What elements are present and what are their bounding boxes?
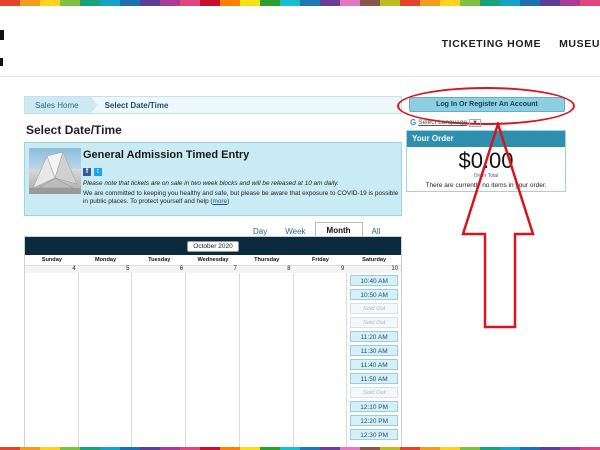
time-slot-button[interactable]: 10:40 AM (350, 275, 399, 286)
event-release-note: Please note that tickets are on sale in … (83, 180, 339, 187)
day-cell-sunday (25, 273, 79, 449)
time-slot-button[interactable]: 12:10 PM (350, 401, 399, 412)
time-slot-button[interactable]: 12:20 PM (350, 415, 399, 426)
more-link[interactable]: more (213, 198, 228, 205)
color-swatch (140, 0, 160, 6)
screen-root: TICKETING HOME MUSEU Sales Home Select D… (0, 0, 600, 450)
color-swatch (560, 0, 580, 6)
logo-fragment (0, 30, 4, 40)
twitter-icon[interactable]: t (94, 168, 102, 176)
time-slot-button[interactable]: 11:50 AM (350, 373, 399, 384)
weekday-label: Sunday (41, 257, 62, 263)
color-swatch (320, 0, 340, 6)
color-swatch (520, 0, 540, 6)
weekday-row: Sunday Monday Tuesday Wednesday Thursday… (25, 255, 401, 265)
date-number: 8 (239, 265, 294, 273)
time-slot-sold-out: Sold Out (350, 317, 399, 328)
color-swatch (100, 0, 120, 6)
calendar-month-label[interactable]: October 2020 (187, 240, 239, 252)
event-image (29, 148, 81, 194)
day-cell-wednesday (186, 273, 240, 449)
weekday-label: Thursday (254, 257, 280, 263)
date-number: 7 (186, 265, 240, 273)
weekday-label: Wednesday (197, 257, 229, 263)
time-slot-button[interactable]: 11:20 AM (350, 331, 399, 342)
color-swatch (580, 0, 600, 6)
calendar-body: 10:40 AM 10:50 AM Sold Out Sold Out 11:20 AM… (25, 273, 401, 449)
day-cell-friday (294, 273, 348, 449)
date-number: 9 (293, 265, 348, 273)
weekday-label: Tuesday (148, 257, 171, 263)
time-slot-button[interactable]: 11:30 AM (350, 345, 399, 356)
color-swatch (480, 0, 500, 6)
day-cell-monday (79, 273, 133, 449)
color-swatch (160, 0, 180, 6)
color-swatch (360, 0, 380, 6)
date-number: 10 (347, 265, 401, 273)
date-number: 4 (25, 265, 79, 273)
color-swatch (20, 0, 40, 6)
color-swatch (0, 0, 20, 6)
color-swatch (440, 0, 460, 6)
color-swatch (400, 0, 420, 6)
date-row: 4 5 6 7 8 9 10 (25, 265, 401, 273)
event-title: General Admission Timed Entry (83, 149, 250, 161)
color-swatch (80, 0, 100, 6)
color-swatch (220, 0, 240, 6)
top-nav: TICKETING HOME MUSEU (442, 38, 600, 50)
arrow-outline (461, 122, 535, 329)
nav-divider (0, 76, 600, 77)
weekday-label: Monday (94, 257, 117, 263)
color-swatch (260, 0, 280, 6)
event-safety-tail: ) (227, 198, 230, 206)
event-card: General Admission Timed Entry f t Please… (24, 142, 402, 216)
weekday-label: Friday (312, 257, 329, 263)
facebook-icon[interactable]: f (83, 168, 91, 176)
page-title: Select Date/Time (26, 123, 122, 137)
breadcrumb-sales-home[interactable]: Sales Home (25, 97, 98, 113)
google-icon: G (410, 118, 417, 127)
annotation-arrow (461, 122, 535, 329)
date-number: 6 (132, 265, 187, 273)
time-slot-button[interactable]: 11:40 AM (350, 359, 399, 370)
time-slot-sold-out: Sold Out (350, 387, 399, 398)
day-cell-tuesday (132, 273, 187, 449)
color-swatch (60, 0, 80, 6)
event-safety-note: We are committed to keeping you healthy … (83, 190, 399, 207)
time-slot-button[interactable]: 10:50 AM (350, 289, 399, 300)
logo-fragment-lower (0, 58, 3, 66)
color-swatch (180, 0, 200, 6)
color-swatch (540, 0, 560, 6)
color-swatch (200, 0, 220, 6)
time-slot-button[interactable]: 12:30 PM (350, 429, 399, 440)
color-swatch (280, 0, 300, 6)
calendar-header: October 2020 (25, 237, 401, 255)
month-calendar: October 2020 Sunday Monday Tuesday Wedne… (24, 236, 402, 450)
weekday-label: Saturday (362, 257, 387, 263)
breadcrumb-current: Select Date/Time (104, 100, 169, 110)
color-swatch (340, 0, 360, 6)
time-slot-sold-out: Sold Out (350, 303, 399, 314)
nav-museum[interactable]: MUSEU (559, 38, 600, 50)
color-swatch (500, 0, 520, 6)
social-links: f t (83, 168, 102, 176)
color-swatch (300, 0, 320, 6)
day-cell-saturday: 10:40 AM 10:50 AM Sold Out Sold Out 11:20 AM… (347, 273, 401, 449)
color-swatch (420, 0, 440, 6)
color-swatch (380, 0, 400, 6)
color-swatch (120, 0, 140, 6)
color-swatch (460, 0, 480, 6)
top-color-strip (0, 0, 600, 6)
color-swatch (40, 0, 60, 6)
nav-ticketing-home[interactable]: TICKETING HOME (442, 38, 541, 50)
day-cell-thursday (240, 273, 294, 449)
event-safety-text: We are committed to keeping you healthy … (83, 190, 399, 206)
breadcrumb: Sales Home Select Date/Time (24, 96, 402, 114)
color-swatch (240, 0, 260, 6)
date-number: 5 (78, 265, 133, 273)
